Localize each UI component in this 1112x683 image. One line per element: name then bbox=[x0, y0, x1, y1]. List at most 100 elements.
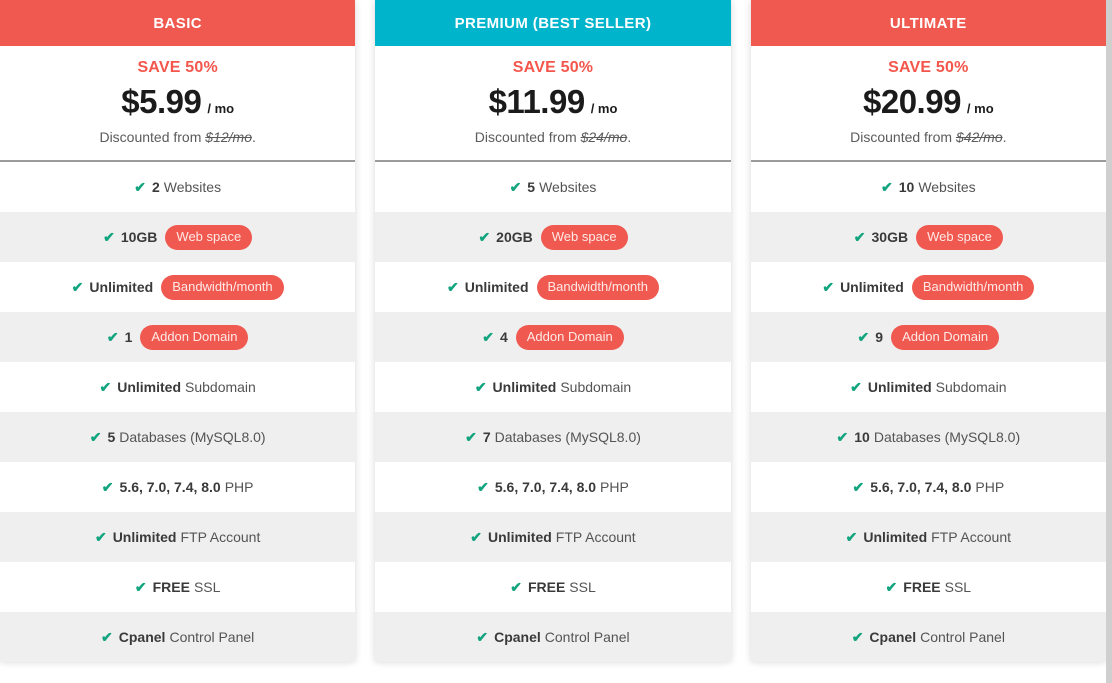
feature-value: Unlimited bbox=[112, 529, 177, 545]
feature-row: ✔ Cpanel Control Panel bbox=[375, 612, 731, 662]
save-badge: SAVE 50% bbox=[137, 59, 218, 76]
discount-suffix: . bbox=[251, 129, 256, 145]
feature-content: ✔ 5.6, 7.0, 7.4, 8.0 PHP bbox=[102, 479, 254, 495]
feature-value: Cpanel bbox=[494, 629, 541, 645]
plan-title: BASIC bbox=[153, 14, 202, 32]
feature-row: ✔ 5 Websites bbox=[375, 162, 731, 212]
check-icon: ✔ bbox=[470, 529, 483, 545]
feature-row: ✔ 30GB Web space bbox=[750, 212, 1106, 262]
plan-card-premium: PREMIUM (BEST SELLER) SAVE 50% $11.99 / mo D… bbox=[375, 0, 731, 662]
feature-content: ✔ Unlimited FTP Account bbox=[95, 529, 260, 545]
feature-label: Control Panel bbox=[544, 629, 630, 645]
feature-row: ✔ Unlimited FTP Account bbox=[0, 512, 356, 562]
check-icon: ✔ bbox=[857, 329, 870, 345]
feature-row: ✔ 4 Addon Domain bbox=[375, 312, 731, 362]
feature-value: 5.6, 7.0, 7.4, 8.0 bbox=[494, 479, 597, 495]
feature-content: ✔ Unlimited Subdomain bbox=[475, 379, 631, 395]
feature-value: FREE bbox=[152, 579, 190, 595]
feature-badge: Bandwidth/month bbox=[161, 274, 284, 300]
feature-label: SSL bbox=[193, 579, 221, 595]
feature-badge: Web space bbox=[540, 224, 628, 250]
feature-row: ✔ 5.6, 7.0, 7.4, 8.0 PHP bbox=[750, 462, 1106, 512]
feature-content: ✔ Cpanel Control Panel bbox=[101, 629, 254, 645]
price-period: / mo bbox=[590, 101, 618, 116]
feature-content: ✔ Unlimited Bandwidth/month bbox=[72, 274, 284, 300]
feature-content: ✔ Unlimited FTP Account bbox=[470, 529, 635, 545]
check-icon: ✔ bbox=[852, 479, 865, 495]
feature-value: 1 bbox=[124, 329, 133, 345]
plan-header-premium: PREMIUM (BEST SELLER) bbox=[375, 0, 731, 46]
price-block: SAVE 50% $11.99 / mo Discounted from $24/mo… bbox=[375, 46, 731, 162]
feature-label: Databases (MySQL8.0) bbox=[873, 429, 1021, 445]
feature-content: ✔ 5 Databases (MySQL8.0) bbox=[90, 429, 266, 445]
feature-content: ✔ Unlimited Bandwidth/month bbox=[447, 274, 659, 300]
plan-list: BASIC SAVE 50% $5.99/ mo Discounted from $1… bbox=[0, 0, 1106, 683]
feature-content: ✔ 2 Websites bbox=[134, 179, 221, 195]
check-icon: ✔ bbox=[101, 629, 113, 645]
feature-content: ✔ 4 Addon Domain bbox=[482, 324, 624, 350]
check-icon: ✔ bbox=[853, 229, 866, 245]
feature-value: 20GB bbox=[496, 229, 533, 245]
page-scrollbar[interactable] bbox=[1106, 0, 1112, 683]
save-badge: SAVE 50% bbox=[888, 59, 969, 76]
discount-old-price: $12/mo bbox=[205, 129, 252, 145]
feature-value: 4 bbox=[499, 329, 508, 345]
feature-label: Control Panel bbox=[169, 629, 255, 645]
price-amount: $11.99 bbox=[488, 83, 586, 120]
discount-old-price: $24/mo bbox=[580, 129, 628, 145]
feature-value: 9 bbox=[875, 329, 884, 345]
check-icon: ✔ bbox=[881, 179, 893, 195]
feature-label: Control Panel bbox=[920, 629, 1005, 645]
feature-badge: Addon Domain bbox=[515, 324, 624, 350]
check-icon: ✔ bbox=[836, 429, 849, 445]
feature-label: Subdomain bbox=[185, 379, 256, 395]
feature-content: ✔ 7 Databases (MySQL8.0) bbox=[465, 429, 641, 445]
feature-label: Databases (MySQL8.0) bbox=[494, 429, 641, 445]
feature-label: PHP bbox=[224, 479, 254, 495]
check-icon: ✔ bbox=[99, 379, 112, 395]
check-icon: ✔ bbox=[845, 529, 858, 545]
feature-badge: Bandwidth/month bbox=[911, 274, 1035, 300]
feature-content: ✔ 30GB Web space bbox=[853, 224, 1003, 250]
feature-content: ✔ 1 Addon Domain bbox=[106, 324, 249, 350]
plan-card-basic: BASIC SAVE 50% $5.99/ mo Discounted from $1… bbox=[0, 0, 356, 662]
feature-value: 5 bbox=[527, 179, 536, 195]
price-row: $11.99 / mo bbox=[385, 84, 720, 120]
check-icon: ✔ bbox=[101, 479, 114, 495]
feature-content: ✔ FREE SSL bbox=[886, 579, 972, 595]
feature-content: ✔ 20GB Web space bbox=[478, 224, 628, 250]
plan-header-basic: BASIC bbox=[0, 0, 356, 46]
feature-value: 5.6, 7.0, 7.4, 8.0 bbox=[870, 479, 972, 495]
check-icon: ✔ bbox=[509, 179, 522, 195]
feature-row: ✔ 10 Databases (MySQL8.0) bbox=[750, 412, 1106, 462]
feature-badge: Addon Domain bbox=[891, 324, 1000, 350]
check-icon: ✔ bbox=[106, 329, 119, 345]
feature-content: ✔ 10 Databases (MySQL8.0) bbox=[837, 429, 1021, 445]
feature-label: FTP Account bbox=[931, 529, 1012, 545]
feature-row: ✔ 5 Databases (MySQL8.0) bbox=[0, 412, 356, 462]
feature-row: ✔ 5.6, 7.0, 7.4, 8.0 PHP bbox=[375, 462, 731, 512]
check-icon: ✔ bbox=[89, 429, 102, 445]
feature-badge: Addon Domain bbox=[140, 324, 249, 350]
plan-gap bbox=[730, 0, 751, 683]
discount-line: Discounted from $42/mo. bbox=[761, 128, 1096, 146]
check-icon: ✔ bbox=[478, 229, 491, 245]
price-block: SAVE 50% $5.99/ mo Discounted from $12/mo. bbox=[0, 46, 356, 162]
feature-label: Websites bbox=[918, 179, 976, 195]
price-amount: $20.99 bbox=[862, 83, 961, 120]
plan-title: PREMIUM (BEST SELLER) bbox=[454, 14, 652, 32]
feature-label: Websites bbox=[539, 179, 597, 195]
discount-prefix: Discounted from bbox=[474, 129, 581, 145]
feature-list: ✔ 10 Websites ✔ 30GB Web space ✔ Unlimited Bandw… bbox=[750, 162, 1106, 662]
discount-prefix: Discounted from bbox=[99, 129, 206, 145]
feature-value: 30GB bbox=[871, 229, 909, 245]
feature-value: Cpanel bbox=[869, 629, 917, 645]
feature-content: ✔ Unlimited Bandwidth/month bbox=[822, 274, 1035, 300]
feature-row: ✔ FREE SSL bbox=[375, 562, 731, 612]
feature-value: 2 bbox=[151, 179, 160, 195]
check-icon: ✔ bbox=[474, 379, 487, 395]
feature-label: Databases (MySQL8.0) bbox=[119, 429, 266, 445]
feature-label: FTP Account bbox=[555, 529, 636, 545]
pricing-table: BASIC SAVE 50% $5.99/ mo Discounted from $1… bbox=[0, 0, 1112, 683]
feature-value: 10GB bbox=[120, 229, 158, 245]
